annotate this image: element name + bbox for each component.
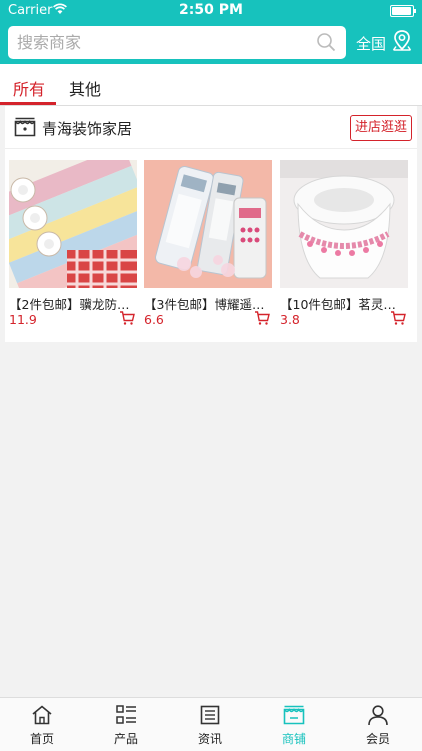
nav-products[interactable]: 产品: [84, 698, 168, 751]
battery-icon: [390, 5, 416, 17]
search-box[interactable]: [8, 26, 346, 59]
store-card: 青海装饰家居 进店逛逛 【2件包邮】骥龙防潮 11.9 【3件包邮】博耀遥控 6…: [5, 106, 417, 342]
store-name[interactable]: 青海装饰家居: [42, 118, 132, 139]
nav-member[interactable]: 会员: [336, 698, 420, 751]
visit-store-button[interactable]: 进店逛逛: [350, 115, 412, 141]
product-image[interactable]: [144, 160, 272, 288]
home-icon: [32, 705, 52, 725]
search-icon[interactable]: [316, 32, 336, 52]
product-price: 6.6: [144, 312, 164, 327]
nav-label: 资讯: [197, 732, 222, 746]
store-icon: [283, 705, 305, 725]
tab-all[interactable]: 所有: [13, 76, 45, 100]
cart-icon[interactable]: [119, 310, 135, 326]
nav-home[interactable]: 首页: [0, 698, 84, 751]
grid-list-icon: [116, 705, 136, 724]
user-icon: [368, 705, 388, 726]
product-image[interactable]: [280, 160, 408, 288]
nav-stores[interactable]: 商铺: [252, 698, 336, 751]
product-image[interactable]: [9, 160, 137, 288]
product-title[interactable]: 【3件包邮】博耀遥控器套: [144, 294, 272, 313]
nav-news[interactable]: 资讯: [168, 698, 252, 751]
product-title[interactable]: 【10件包邮】茗灵马桶垫: [280, 294, 408, 313]
cart-icon[interactable]: [390, 310, 406, 326]
store-header: 青海装饰家居 进店逛逛: [5, 106, 417, 149]
region-selector[interactable]: 全国: [356, 33, 386, 54]
search-input[interactable]: [17, 26, 307, 59]
nav-label: 产品: [113, 732, 138, 746]
top-bar: Carrier 2:50 PM 全国: [0, 0, 422, 64]
nav-label: 会员: [365, 732, 390, 746]
category-tabs: 所有 其他: [0, 64, 422, 106]
cart-icon[interactable]: [254, 310, 270, 326]
nav-label: 商铺: [281, 732, 306, 746]
product-price: 3.8: [280, 312, 300, 327]
clock: 2:50 PM: [179, 2, 243, 18]
news-icon: [200, 705, 220, 725]
nav-label: 首页: [29, 732, 54, 746]
bottom-tab-bar: 首页 产品 资讯 商铺 会员: [0, 697, 422, 751]
product-price: 11.9: [9, 312, 37, 327]
location-pin-icon[interactable]: [392, 29, 412, 53]
product-title[interactable]: 【2件包邮】骥龙防潮抽屉垫: [9, 294, 137, 313]
status-bar: Carrier 2:50 PM: [0, 0, 422, 22]
tab-other[interactable]: 其他: [69, 76, 101, 100]
store-icon: [14, 117, 36, 137]
